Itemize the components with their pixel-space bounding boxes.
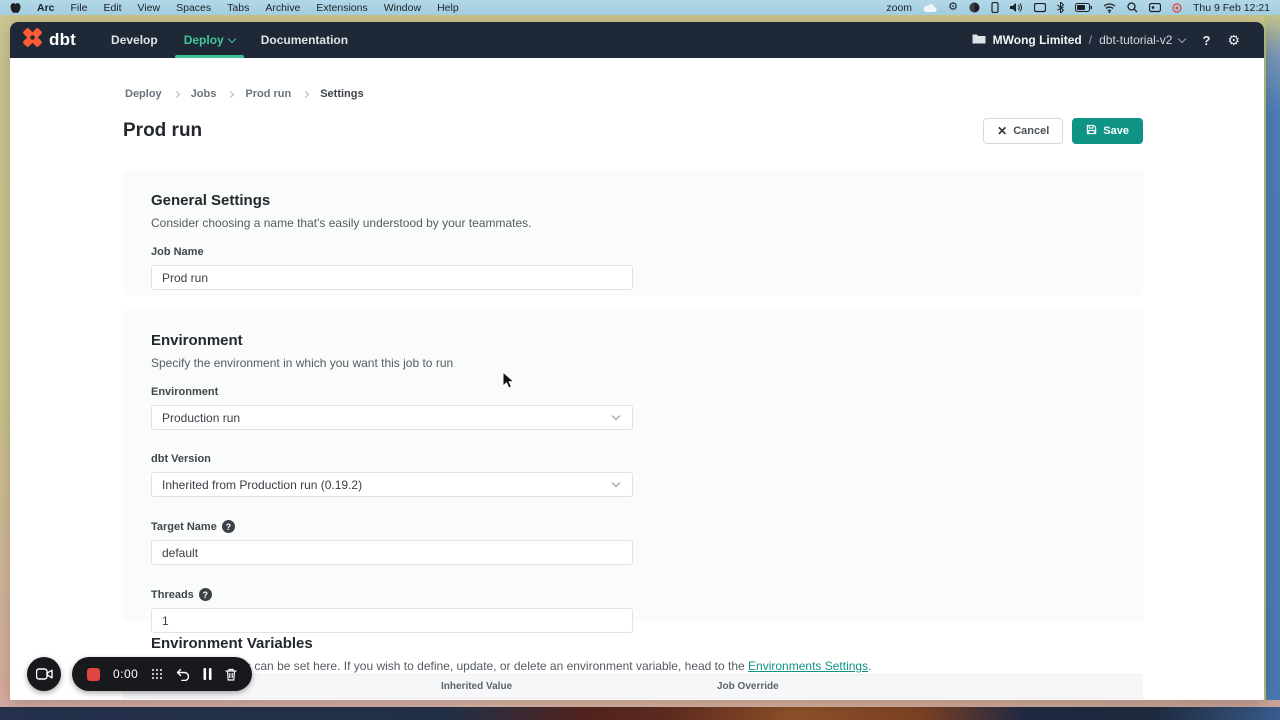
menubar-zoom-app[interactable]: zoom [886,2,912,14]
breadcrumb-jobs[interactable]: Jobs [191,88,217,100]
menu-spaces[interactable]: Spaces [176,2,211,14]
account-name: MWong Limited [993,33,1082,47]
apple-menu-icon[interactable] [10,2,21,14]
dbt-logo-text: dbt [49,30,76,50]
camera-bubble-button[interactable] [27,657,61,691]
battery-icon[interactable] [1075,3,1092,12]
menu-archive[interactable]: Archive [265,2,300,14]
chevron-right-icon [227,90,234,97]
environment-heading: Environment [151,332,1115,349]
menubar-clock[interactable]: Thu 9 Feb 12:21 [1193,2,1270,14]
cloud-icon[interactable] [923,3,937,12]
desktop-wallpaper-top [0,15,1280,22]
nav-develop[interactable]: Develop [98,22,171,58]
chevron-right-icon [302,90,309,97]
threads-label: Threads ? [151,588,1115,601]
environment-card: Environment Specify the environment in w… [123,310,1143,622]
dbt-version-label: dbt Version [151,453,1115,465]
menu-file[interactable]: File [71,2,88,14]
folder-icon [972,33,986,47]
dbt-logo[interactable]: dbt [22,27,76,53]
general-settings-card: General Settings Consider choosing a nam… [123,170,1143,296]
bluetooth-icon[interactable] [1057,2,1064,13]
video-camera-icon [36,668,53,680]
menu-extensions[interactable]: Extensions [316,2,367,14]
menu-help[interactable]: Help [437,2,459,14]
volume-icon[interactable] [1010,2,1023,13]
dbt-logo-icon [22,27,43,53]
close-icon: ✕ [997,125,1007,137]
gear-status-icon[interactable]: ⚙ [948,2,958,13]
menu-edit[interactable]: Edit [103,2,121,14]
search-icon[interactable] [1127,2,1138,13]
chevron-right-icon [173,90,180,97]
help-icon[interactable]: ? [1194,33,1218,48]
target-name-input[interactable] [151,540,633,565]
chevron-down-icon [612,412,620,420]
desktop-wallpaper-bottom-edge [0,700,1280,707]
dbt-app-header: dbt Develop Deploy Documentation MWong L… [10,22,1264,58]
general-settings-heading: General Settings [151,192,1115,209]
drag-handle-icon[interactable] [151,668,163,680]
environments-settings-link[interactable]: Environments Settings [748,659,868,673]
nav-deploy[interactable]: Deploy [171,22,248,58]
desktop-wallpaper-left [0,15,10,707]
save-button[interactable]: Save [1072,118,1143,144]
page-content: Deploy Jobs Prod run Settings Prod run ✕… [10,58,1264,700]
chevron-down-icon [612,479,620,487]
main-nav: Develop Deploy Documentation [98,22,361,58]
help-circle-icon[interactable]: ? [222,520,235,533]
macos-menubar: Arc File Edit View Spaces Tabs Archive E… [0,0,1280,15]
recording-toolbar: 0:00 [72,657,252,691]
restart-recording-icon[interactable] [176,668,190,681]
wifi-icon[interactable] [1103,3,1116,13]
desktop-wallpaper-bottom [0,707,1280,720]
column-job-override: Job Override [717,681,779,692]
control-center-icon[interactable] [1149,3,1161,13]
recording-timer: 0:00 [113,667,138,681]
job-name-input[interactable] [151,265,633,290]
page-title: Prod run [123,120,202,142]
gear-icon[interactable]: ⚙ [1227,32,1240,49]
browser-window: dbt Develop Deploy Documentation MWong L… [10,22,1264,700]
job-name-label: Job Name [151,246,1115,258]
display-icon[interactable] [1034,3,1046,13]
pause-recording-icon[interactable] [203,668,212,680]
environment-description: Specify the environment in which you wan… [151,356,1115,370]
desktop-wallpaper-right [1264,15,1280,707]
delete-recording-icon[interactable] [225,668,237,681]
breadcrumb-settings[interactable]: Settings [320,88,363,100]
target-name-label: Target Name ? [151,520,1115,533]
breadcrumb-deploy[interactable]: Deploy [125,88,162,100]
stop-record-button[interactable] [87,668,100,681]
environment-select[interactable]: Production run [151,405,633,430]
environment-select-label: Environment [151,386,1115,398]
do-not-disturb-icon[interactable] [969,2,980,13]
save-disk-icon [1086,124,1097,138]
breadcrumb: Deploy Jobs Prod run Settings [125,88,364,100]
chevron-down-icon [1178,34,1186,42]
account-project-switcher[interactable]: MWong Limited / dbt-tutorial-v2 [972,33,1186,47]
column-inherited-value: Inherited Value [441,681,512,692]
account-slash: / [1089,33,1092,47]
project-name: dbt-tutorial-v2 [1099,33,1172,47]
help-circle-icon[interactable]: ? [199,588,212,601]
record-status-icon[interactable] [1172,3,1182,13]
chevron-down-icon [227,34,235,42]
environment-variables-section: Environment Variables Job level override… [123,635,1143,673]
menu-view[interactable]: View [138,2,161,14]
cancel-button[interactable]: ✕ Cancel [983,118,1063,144]
keystroke-icon[interactable] [991,2,999,13]
breadcrumb-prod-run[interactable]: Prod run [245,88,291,100]
menubar-app-name[interactable]: Arc [37,2,55,14]
env-vars-table-header: Inherited Value Job Override [123,674,1143,699]
environment-variables-heading: Environment Variables [151,635,1115,652]
dbt-version-select[interactable]: Inherited from Production run (0.19.2) [151,472,633,497]
general-settings-description: Consider choosing a name that's easily u… [151,216,1115,230]
menu-tabs[interactable]: Tabs [227,2,249,14]
menu-window[interactable]: Window [384,2,421,14]
nav-documentation[interactable]: Documentation [248,22,361,58]
threads-input[interactable] [151,608,633,633]
